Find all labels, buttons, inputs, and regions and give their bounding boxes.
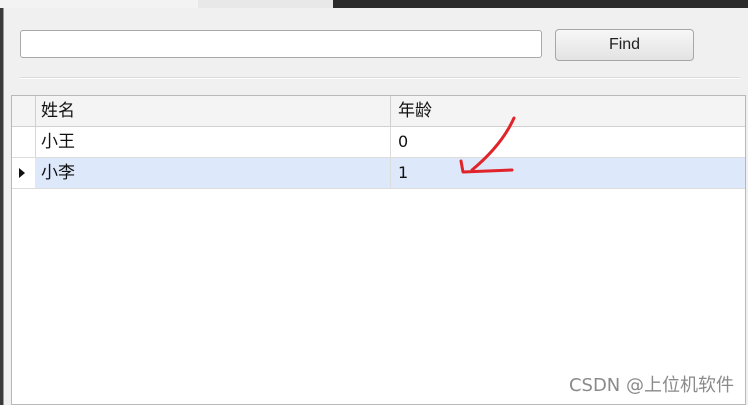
red-arrow-annotation — [459, 116, 516, 174]
watermark: CSDN @上位机软件 — [568, 375, 734, 396]
